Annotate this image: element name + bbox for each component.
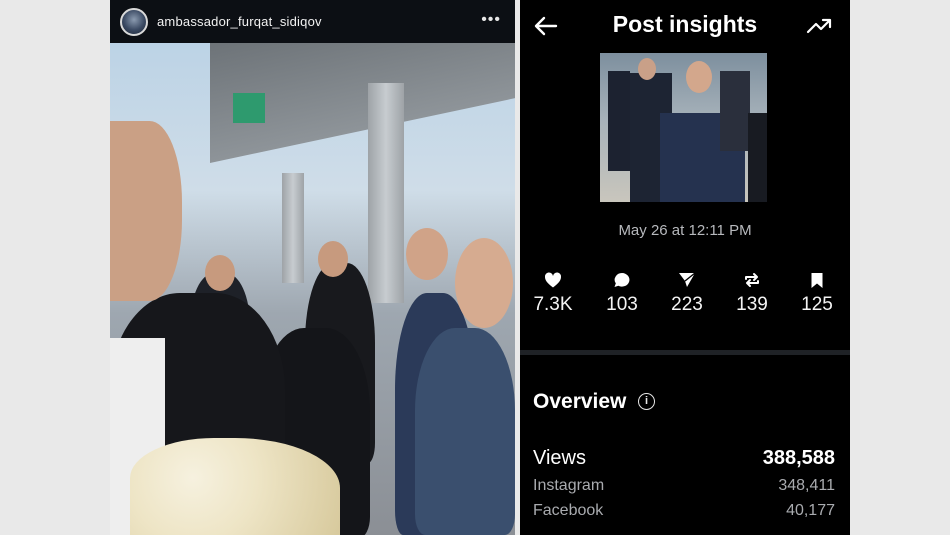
- face: [686, 61, 712, 93]
- section-divider: [520, 350, 850, 355]
- right-letterbox: [850, 0, 950, 535]
- saves-stat: 125: [784, 272, 850, 316]
- shares-count: 223: [671, 294, 703, 315]
- person: [608, 71, 630, 171]
- reposts-count: 139: [736, 294, 768, 315]
- views-value: 388,588: [762, 447, 835, 469]
- avatar[interactable]: [120, 7, 148, 36]
- views-label: Views: [533, 447, 586, 469]
- story-username[interactable]: ambassador_furqat_sidiqov: [157, 14, 322, 29]
- source-value: 40,177: [786, 502, 835, 519]
- source-row-facebook: Facebook 40,177: [533, 502, 835, 520]
- heart-icon: [544, 272, 562, 288]
- likes-stat: 7.3K: [520, 272, 586, 316]
- more-horizontal-icon[interactable]: •••: [481, 11, 501, 29]
- source-row-instagram: Instagram 348,411: [533, 477, 835, 495]
- reposts-stat: 139: [719, 272, 785, 316]
- face: [318, 241, 348, 277]
- face: [205, 255, 235, 291]
- source-value: 348,411: [778, 477, 835, 494]
- person: [748, 113, 767, 202]
- post-date: May 26 at 12:11 PM: [618, 222, 752, 239]
- views-row: Views 388,588: [533, 447, 835, 470]
- flower-bouquet: [130, 438, 340, 535]
- bookmark-icon: [811, 273, 823, 288]
- comments-count: 103: [606, 294, 638, 315]
- insights-panel: Post insights May 26 at 12:11 PM 7.3K 10…: [520, 0, 850, 535]
- person: [415, 328, 515, 535]
- person: [720, 71, 750, 151]
- face: [455, 238, 513, 328]
- source-label: Instagram: [533, 477, 605, 494]
- face: [406, 228, 448, 280]
- face: [110, 121, 182, 301]
- road-sign: [233, 93, 265, 123]
- concrete-pillar: [282, 173, 304, 283]
- send-icon: [679, 272, 696, 287]
- shares-stat: 223: [654, 272, 720, 316]
- saves-count: 125: [801, 294, 833, 315]
- info-icon[interactable]: i: [638, 393, 655, 410]
- left-letterbox: [0, 0, 110, 535]
- story-panel: ambassador_furqat_sidiqov •••: [110, 0, 515, 535]
- likes-count: 7.3K: [533, 294, 573, 315]
- repost-icon: [745, 273, 759, 287]
- story-header: ambassador_furqat_sidiqov •••: [110, 0, 515, 43]
- overview-title: Overview: [533, 390, 627, 413]
- page-title: Post insights: [612, 11, 758, 37]
- story-photo: [110, 43, 515, 535]
- comment-icon: [614, 273, 630, 287]
- concrete-pillar: [368, 83, 404, 303]
- trending-up-icon[interactable]: [806, 14, 832, 36]
- comments-stat: 103: [589, 272, 655, 316]
- face: [638, 58, 656, 80]
- post-thumbnail[interactable]: [600, 53, 767, 202]
- source-label: Facebook: [533, 502, 604, 519]
